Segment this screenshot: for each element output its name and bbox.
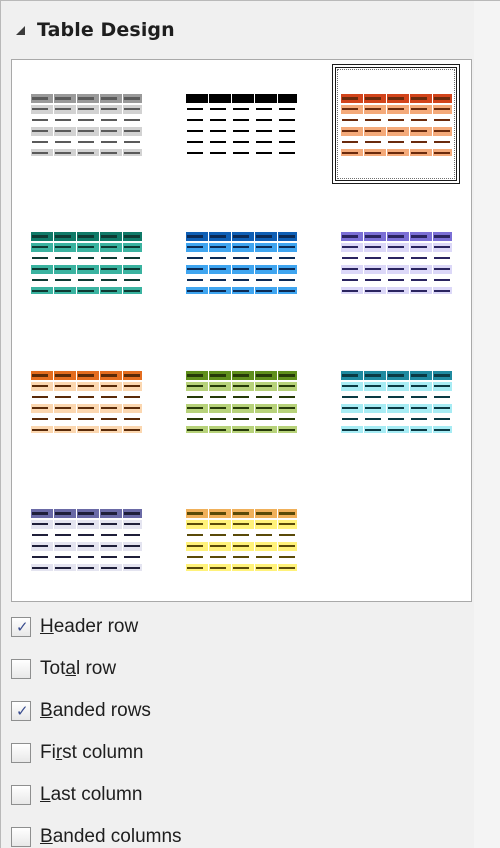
table-style-teal[interactable] [22, 202, 150, 322]
banded-columns-checkbox[interactable] [11, 827, 31, 847]
option-last-column[interactable]: Last column [11, 777, 142, 813]
last-column-label: Last column [40, 784, 143, 805]
header-row-label: Header row [40, 616, 139, 637]
checkmark-icon: ✓ [16, 702, 29, 720]
option-first-column[interactable]: First column [11, 735, 143, 771]
table-style-black[interactable] [177, 64, 305, 184]
option-header-row[interactable]: ✓ Header row [11, 609, 138, 645]
window: Table Design ✓ Header row Total row ✓ Banded… [0, 0, 500, 848]
table-style-lavender[interactable] [332, 202, 460, 322]
section-header[interactable]: Table Design [2, 2, 474, 58]
table-style-preview-icon [186, 232, 297, 294]
table-style-preview-icon [186, 94, 297, 154]
header-row-checkbox[interactable]: ✓ [11, 617, 31, 637]
table-design-panel: Table Design ✓ Header row Total row ✓ Banded… [0, 0, 474, 848]
banded-columns-label: Banded columns [40, 826, 182, 847]
table-style-gallery [11, 59, 472, 602]
table-style-preview-icon [341, 232, 452, 294]
table-style-preview-icon [31, 94, 142, 156]
table-style-preview-icon [341, 94, 452, 156]
table-style-blue[interactable] [177, 202, 305, 322]
table-style-preview-icon [186, 371, 297, 433]
right-panel-edge [474, 0, 500, 848]
option-total-row[interactable]: Total row [11, 651, 116, 687]
banded-rows-label: Banded rows [40, 700, 151, 721]
option-banded-columns[interactable]: Banded columns [11, 819, 182, 848]
last-column-checkbox[interactable] [11, 785, 31, 805]
table-style-olive[interactable] [177, 341, 305, 461]
table-style-orange[interactable] [332, 64, 460, 184]
collapse-triangle-icon[interactable] [16, 25, 25, 35]
table-style-yellow[interactable] [177, 479, 305, 599]
checkmark-icon: ✓ [16, 618, 29, 636]
total-row-checkbox[interactable] [11, 659, 31, 679]
table-style-preview-icon [31, 232, 142, 294]
total-row-label: Total row [40, 658, 117, 679]
section-title: Table Design [37, 19, 175, 41]
table-style-cyan[interactable] [332, 341, 460, 461]
first-column-label: First column [40, 742, 144, 763]
banded-rows-checkbox[interactable]: ✓ [11, 701, 31, 721]
option-banded-rows[interactable]: ✓ Banded rows [11, 693, 151, 729]
table-style-preview-icon [31, 509, 142, 571]
table-style-preview-icon [186, 509, 297, 571]
first-column-checkbox[interactable] [11, 743, 31, 763]
table-style-preview-icon [31, 371, 142, 433]
table-style-preview-icon [341, 371, 452, 433]
table-style-slate[interactable] [22, 479, 150, 599]
table-style-orange-light[interactable] [22, 341, 150, 461]
table-style-gray[interactable] [22, 64, 150, 184]
